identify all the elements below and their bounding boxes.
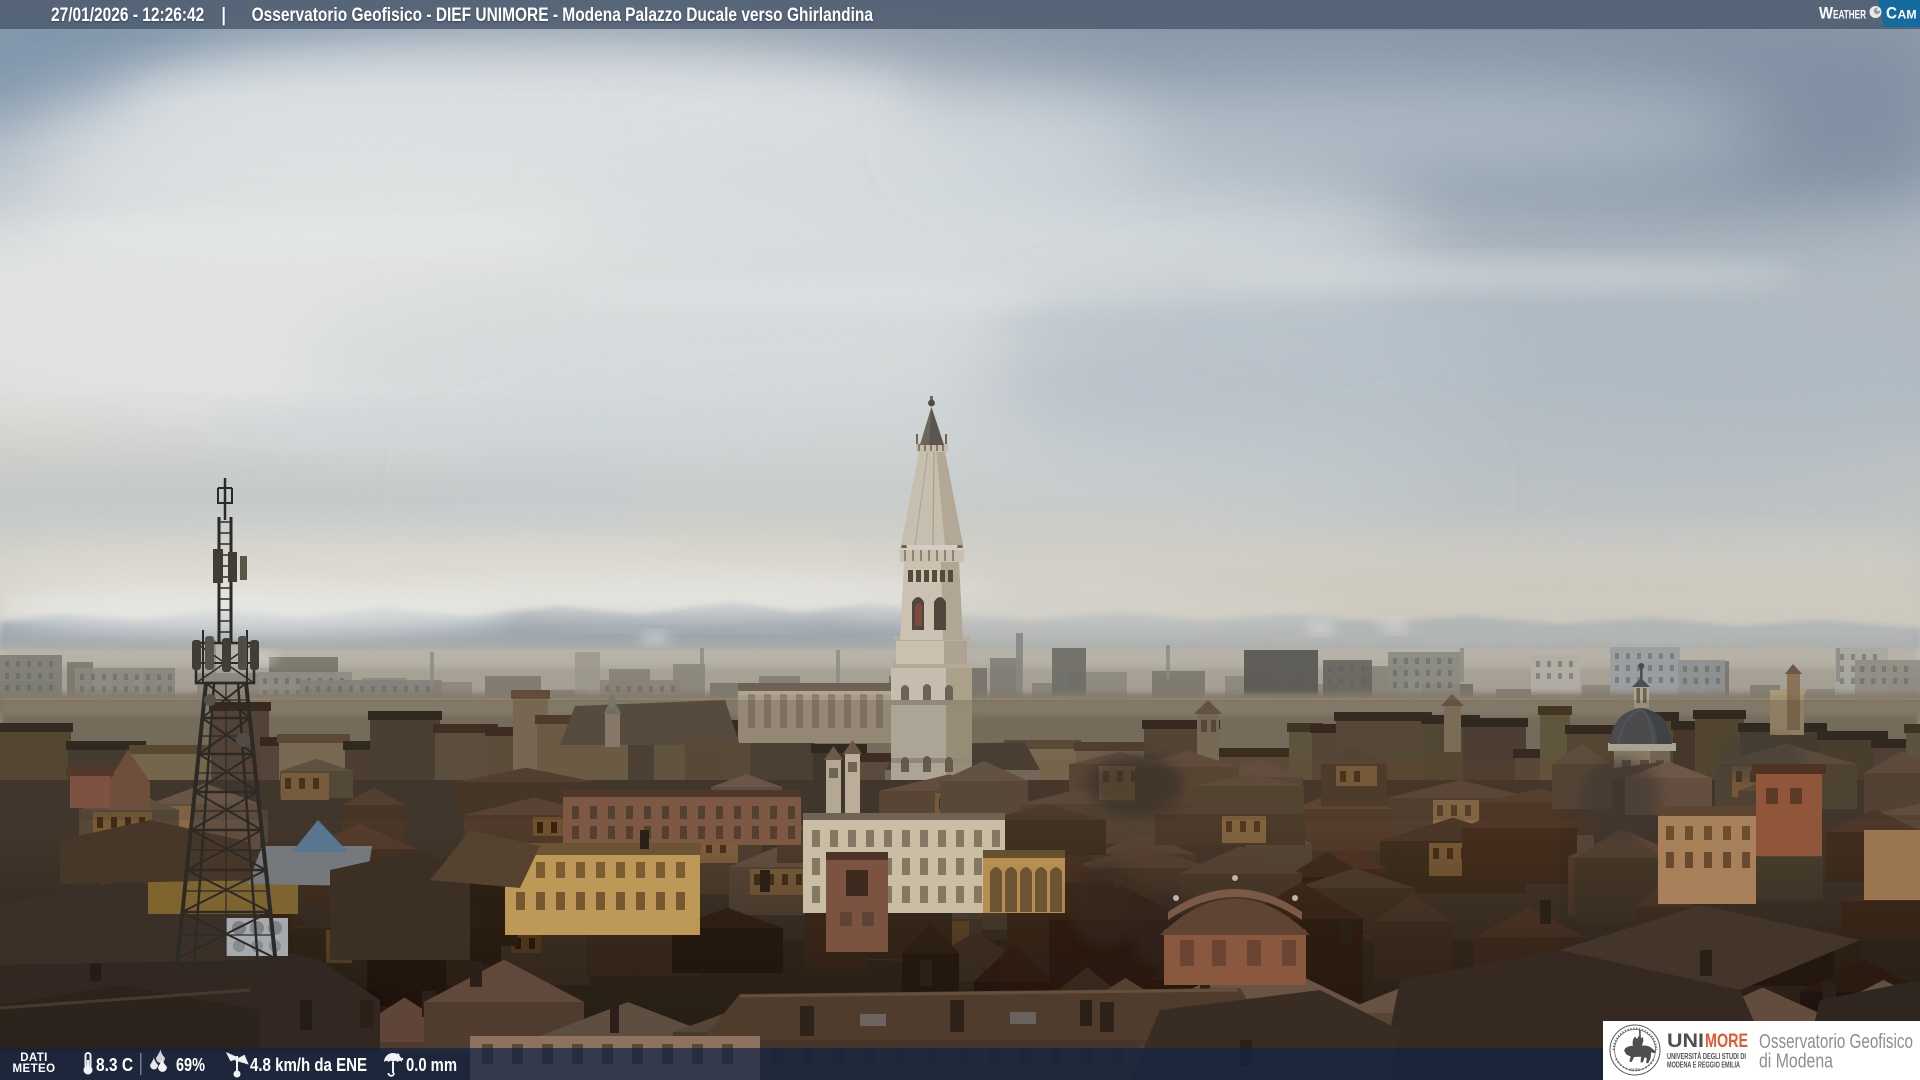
svg-text:di Modena: di Modena <box>1759 1051 1834 1073</box>
svg-text:27/01/2026 - 12:26:42 |: 27/01/2026 - 12:26:42 | Osservatorio Geo… <box>51 5 873 26</box>
svg-text:8.3 C: 8.3 C <box>96 1054 133 1075</box>
svg-text:1175: 1175 <box>1630 1067 1640 1072</box>
svg-text:0.0 mm: 0.0 mm <box>406 1054 457 1075</box>
svg-text:MODENA E REGGIO EMILIA: MODENA E REGGIO EMILIA <box>1667 1061 1740 1070</box>
svg-text:MORE: MORE <box>1705 1031 1748 1052</box>
svg-text:UNI: UNI <box>1667 1031 1704 1052</box>
svg-text:4.8 km/h da ENE: 4.8 km/h da ENE <box>250 1054 367 1075</box>
svg-text:C: C <box>1886 5 1897 23</box>
svg-text:69%: 69% <box>176 1054 205 1075</box>
svg-text:W: W <box>1819 5 1833 23</box>
svg-text:AM: AM <box>1898 8 1917 22</box>
svg-text:EATHER: EATHER <box>1833 8 1866 22</box>
